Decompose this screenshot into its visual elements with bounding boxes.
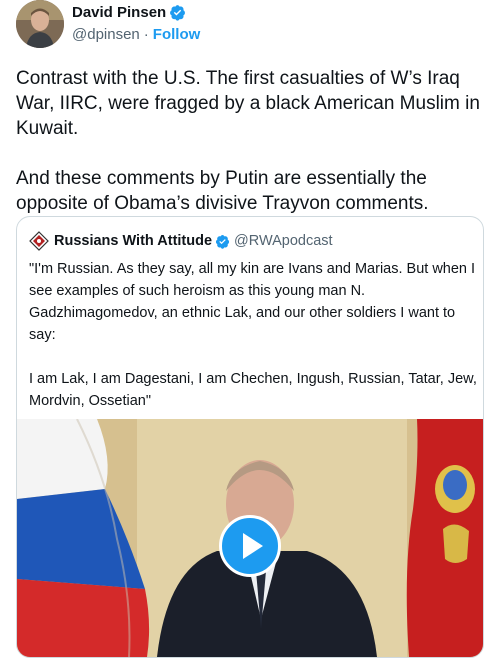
quoted-tweet-header: Russians With Attitude @RWApodcast — [29, 231, 333, 251]
author-avatar[interactable] — [16, 0, 64, 48]
play-button[interactable] — [219, 515, 281, 577]
author-name[interactable]: David Pinsen — [72, 4, 166, 21]
author-handle-row: @dpinsen · Follow — [72, 26, 200, 43]
tweet-paragraph: Contrast with the U.S. The first casualt… — [16, 68, 480, 139]
quoted-author-name[interactable]: Russians With Attitude — [54, 233, 212, 249]
verified-badge-icon — [215, 234, 230, 249]
verified-badge-icon — [170, 5, 186, 21]
tweet-header: David Pinsen @dpinsen · Follow — [16, 0, 476, 52]
quoted-author-handle[interactable]: @RWApodcast — [234, 233, 333, 249]
avatar-photo — [16, 0, 64, 48]
play-icon — [243, 533, 263, 559]
quoted-tweet-body: "I'm Russian. As they say, all my kin ar… — [29, 258, 477, 434]
follow-button[interactable]: Follow — [153, 26, 201, 43]
quoted-tweet-card[interactable]: Russians With Attitude @RWApodcast "I'm … — [16, 216, 484, 658]
tweet-body: Contrast with the U.S. The first casualt… — [16, 66, 480, 241]
separator-dot: · — [143, 26, 149, 43]
author-name-row: David Pinsen — [72, 4, 186, 21]
quoted-author-avatar[interactable] — [29, 231, 49, 251]
author-handle[interactable]: @dpinsen — [72, 26, 140, 43]
video-media[interactable] — [17, 419, 483, 657]
quoted-paragraph: I am Lak, I am Dagestani, I am Chechen, … — [29, 371, 477, 409]
quoted-paragraph: "I'm Russian. As they say, all my kin ar… — [29, 261, 476, 343]
tweet-paragraph: And these comments by Putin are essentia… — [16, 168, 429, 214]
